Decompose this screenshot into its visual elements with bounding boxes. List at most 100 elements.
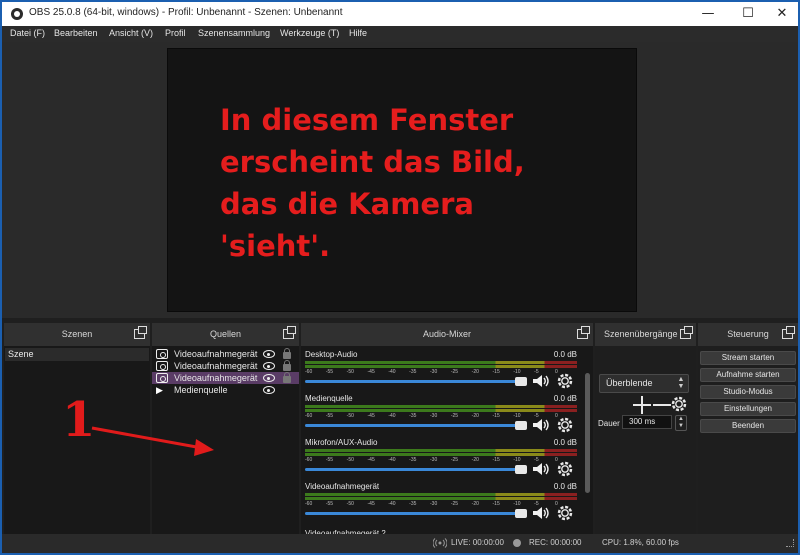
settings-button[interactable]: Einstellungen: [700, 402, 796, 416]
tick-label: -10: [513, 501, 521, 507]
tick-label: -30: [430, 457, 438, 463]
tick-label: -30: [430, 413, 438, 419]
add-transition-icon[interactable]: [633, 396, 651, 414]
speaker-icon[interactable]: [532, 374, 550, 388]
remove-transition-icon[interactable]: [653, 396, 671, 414]
transition-select-value: Überblende: [606, 378, 653, 388]
sources-title: Quellen: [209, 329, 242, 339]
studio-mode-button[interactable]: Studio-Modus: [700, 385, 796, 399]
tick-label: -50: [346, 457, 354, 463]
exit-button[interactable]: Beenden: [700, 419, 796, 433]
volume-meter: [305, 409, 577, 412]
maximize-button[interactable]: ☐: [730, 2, 766, 26]
tick-label: -10: [513, 457, 521, 463]
tick-label: -15: [492, 413, 500, 419]
mixer-body: Desktop-Audio 0.0 dB -60 -55 -50 -45 -40 -35 -30…: [301, 346, 593, 538]
source-item-selected[interactable]: Videoaufnahmegerät: [152, 372, 299, 384]
preview-area: In diesem Fenster erscheint das Bild, da…: [2, 42, 798, 318]
tick-label: -10: [513, 413, 521, 419]
eye-icon[interactable]: [263, 386, 275, 394]
source-item[interactable]: Videoaufnahmegerät: [152, 360, 299, 372]
transition-select[interactable]: Überblende ▲ ▼: [599, 374, 689, 393]
live-status: LIVE: 00:00:00: [451, 538, 504, 547]
tick-label: -15: [492, 501, 500, 507]
speaker-icon[interactable]: [532, 418, 550, 432]
minimize-button[interactable]: —: [690, 2, 726, 26]
tick-label: -30: [430, 369, 438, 375]
tick-label: -50: [346, 413, 354, 419]
volume-meter: [305, 449, 577, 452]
menu-hilfe[interactable]: Hilfe: [349, 28, 367, 38]
controls-header: Steuerung: [698, 323, 798, 346]
start-recording-button[interactable]: Aufnahme starten: [700, 368, 796, 382]
volume-slider[interactable]: [305, 424, 527, 427]
speaker-icon[interactable]: [532, 506, 550, 520]
lock-icon[interactable]: [283, 360, 291, 371]
volume-slider[interactable]: [305, 468, 527, 471]
undock-icon[interactable]: [680, 326, 693, 339]
speaker-icon[interactable]: [532, 462, 550, 476]
menu-ansicht[interactable]: Ansicht (V): [109, 28, 153, 38]
menu-datei[interactable]: Datei (F): [10, 28, 45, 38]
gear-icon[interactable]: [557, 505, 573, 521]
audio-channel: Desktop-Audio 0.0 dB -60 -55 -50 -45 -40 -35 -30…: [301, 350, 581, 394]
gear-icon[interactable]: [557, 373, 573, 389]
eye-icon[interactable]: [263, 350, 275, 358]
channel-db: 0.0 dB: [553, 438, 577, 447]
volume-slider-handle[interactable]: [515, 421, 527, 430]
scene-item[interactable]: Szene: [5, 348, 149, 361]
tick-label: -25: [450, 501, 459, 507]
volume-slider-handle[interactable]: [515, 465, 527, 474]
menu-szenensammlung[interactable]: Szenensammlung: [198, 28, 270, 38]
volume-meter: [305, 365, 577, 368]
transitions-body: Überblende ▲ ▼ Dauer 300 ms ▲ ▼: [595, 346, 696, 534]
menu-profil[interactable]: Profil: [165, 28, 186, 38]
eye-icon[interactable]: [263, 374, 275, 382]
volume-slider[interactable]: [305, 512, 527, 515]
tick-label: -15: [492, 457, 500, 463]
duration-input[interactable]: 300 ms: [622, 415, 672, 429]
tick-label: -50: [346, 501, 354, 507]
channel-name: Desktop-Audio: [305, 350, 358, 359]
gear-icon[interactable]: [557, 417, 573, 433]
annotation-arrow-icon: [91, 426, 214, 456]
menu-bearbeiten[interactable]: Bearbeiten: [54, 28, 98, 38]
tick-label: -20: [471, 413, 479, 419]
undock-icon[interactable]: [134, 326, 147, 339]
channel-db: 0.0 dB: [553, 482, 577, 491]
volume-meter: [305, 493, 577, 496]
tick-label: -40: [388, 413, 396, 419]
close-button[interactable]: ✕: [764, 2, 798, 26]
source-item[interactable]: ▶ Medienquelle: [152, 384, 299, 396]
window-title: OBS 25.0.8 (64-bit, windows) - Profil: U…: [29, 7, 343, 18]
volume-slider-handle[interactable]: [515, 509, 527, 518]
tick-label: -20: [471, 501, 479, 507]
undock-icon[interactable]: [782, 326, 795, 339]
start-stream-button[interactable]: Stream starten: [700, 351, 796, 365]
obs-logo-icon: [11, 8, 23, 20]
preview-canvas[interactable]: In diesem Fenster erscheint das Bild, da…: [167, 48, 637, 312]
volume-slider[interactable]: [305, 380, 527, 383]
play-icon: ▶: [156, 385, 163, 395]
mixer-scrollbar[interactable]: [585, 373, 590, 493]
gear-icon[interactable]: [671, 396, 687, 412]
tick-label: -45: [367, 413, 375, 419]
tick-label: -35: [409, 413, 417, 419]
duration-spinner[interactable]: ▲ ▼: [675, 415, 687, 431]
tick-label: -60: [305, 501, 313, 507]
eye-icon[interactable]: [263, 362, 275, 370]
tick-label: -60: [305, 457, 313, 463]
menu-werkzeuge[interactable]: Werkzeuge (T): [280, 28, 339, 38]
undock-icon[interactable]: [577, 326, 590, 339]
source-item[interactable]: Videoaufnahmegerät: [152, 348, 299, 360]
channel-name: Videoaufnahmegerät: [305, 482, 380, 491]
channel-name: Medienquelle: [305, 394, 353, 403]
lock-icon[interactable]: [283, 348, 291, 359]
undock-icon[interactable]: [283, 326, 296, 339]
tick-label: -60: [305, 413, 313, 419]
transitions-header: Szenenübergänge: [595, 323, 696, 346]
volume-slider-handle[interactable]: [515, 377, 527, 386]
lock-icon[interactable]: [283, 372, 291, 383]
resize-grip-icon[interactable]: [786, 539, 794, 547]
gear-icon[interactable]: [557, 461, 573, 477]
